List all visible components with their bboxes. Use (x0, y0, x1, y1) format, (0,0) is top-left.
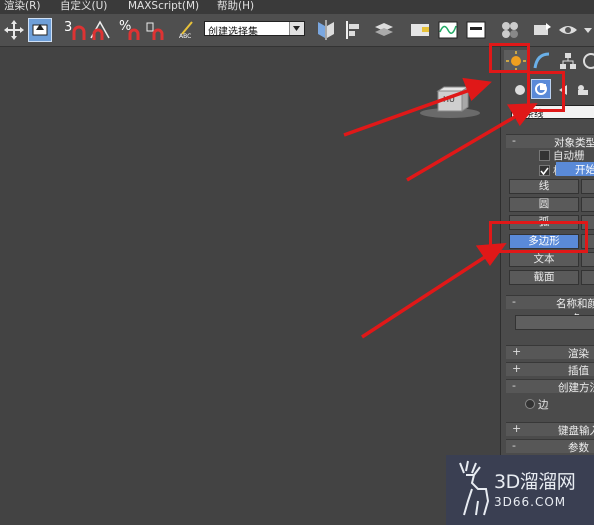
deer-logo-icon (459, 460, 490, 516)
annotation-arrows (343, 77, 538, 339)
watermark: 3D溜溜网 3D66.COM (446, 455, 594, 525)
watermark-subtitle: 3D66.COM (494, 495, 567, 509)
watermark-title: 3D溜溜网 (494, 471, 576, 493)
